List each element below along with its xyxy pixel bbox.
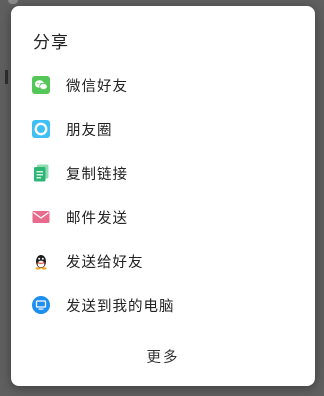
share-option-label: 邮件发送 [66,211,128,227]
share-option-qq-friend[interactable]: 发送给好友 [11,239,315,283]
email-icon [32,211,50,223]
copy-link-icon [34,164,49,182]
share-option-label: 复制链接 [66,167,128,183]
background-app-fragment [5,70,8,84]
wechat-icon [32,76,50,94]
share-option-wechat[interactable]: 微信好友 [11,63,315,107]
share-option-email[interactable]: 邮件发送 [11,195,315,239]
background-app-fragment [8,0,18,4]
share-option-moments[interactable]: 朋友圈 [11,107,315,151]
computer-icon [32,296,50,314]
moments-icon [32,120,50,138]
share-option-label: 朋友圈 [66,123,113,139]
share-sheet-title: 分享 [33,33,69,53]
share-option-my-computer[interactable]: 发送到我的电脑 [11,283,315,327]
qq-icon [35,255,47,270]
share-sheet: 分享 微信好友 朋友圈 复制链接 邮件发送 发送给好友 发送到我的电脑 更多 [11,6,315,386]
share-option-label: 发送到我的电脑 [66,299,175,315]
share-option-label: 发送给好友 [66,255,144,271]
more-button[interactable]: 更多 [11,346,315,367]
share-option-copy-link[interactable]: 复制链接 [11,151,315,195]
share-option-label: 微信好友 [66,79,128,95]
